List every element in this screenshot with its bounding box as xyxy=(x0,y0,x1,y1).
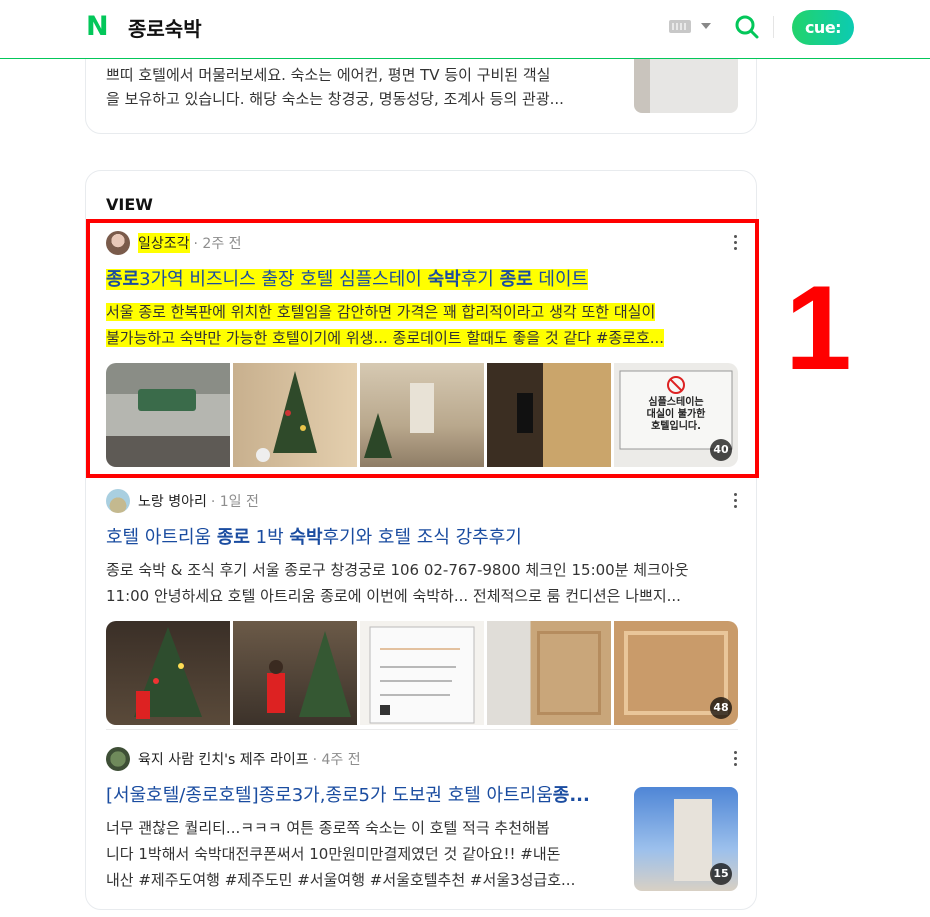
description-line: 내산 #제주도여행 #제주도민 #서울여행 #서울호텔추천 #서울3성급호... xyxy=(106,871,576,889)
christmas-tree-icon xyxy=(134,627,202,719)
description-line: 너무 괜찮은 퀄리티...ㅋㅋㅋ 여튼 종로쪽 숙소는 이 호텔 적극 추천해봅 xyxy=(106,819,550,837)
post-author[interactable]: 노랑 병아리 · 1일 전 xyxy=(106,489,259,513)
description-line: 을 보유하고 있습니다. 해당 숙소는 창경궁, 명동성당, 조계사 등의 관광… xyxy=(106,90,564,108)
avatar xyxy=(106,747,130,771)
cue-button[interactable]: cue: xyxy=(792,10,854,45)
search-query-text[interactable]: 종로숙박 xyxy=(128,13,202,42)
post-title-link[interactable]: 호텔 아트리움 종로 1박 숙박후기와 호텔 조식 강추후기 xyxy=(106,523,738,549)
search-header: N 종로숙박 cue: xyxy=(0,0,930,59)
view-post: 노랑 병아리 · 1일 전 호텔 아트리움 종로 1박 숙박후기와 호텔 조식 … xyxy=(106,489,738,725)
post-divider xyxy=(106,729,738,730)
section-title: VIEW xyxy=(106,195,153,214)
avatar xyxy=(106,489,130,513)
more-options-icon[interactable] xyxy=(734,493,738,509)
highlight-box xyxy=(86,219,759,478)
title-part: 종... xyxy=(552,785,590,806)
post-image[interactable] xyxy=(360,621,484,725)
post-image[interactable]: 48 xyxy=(614,621,738,725)
post-thumbnail[interactable]: 15 xyxy=(634,787,738,891)
post-title-link[interactable]: [서울호텔/종로호텔]종로3가,종로5가 도보권 호텔 아트리움종... xyxy=(106,781,606,807)
search-icon[interactable] xyxy=(734,14,760,40)
description-line: 11:00 안녕하세요 호텔 아트리움 종로에 이번에 숙박하... 전체적으로… xyxy=(106,587,681,605)
place-description[interactable]: 쁘띠 호텔에서 머물러보세요. 숙소는 에어컨, 평면 TV 등이 구비된 객실… xyxy=(106,63,616,111)
title-part: 후기와 호텔 조식 강추후기 xyxy=(322,527,522,548)
more-options-icon[interactable] xyxy=(734,751,738,767)
post-description[interactable]: 너무 괜찮은 퀄리티...ㅋㅋㅋ 여튼 종로쪽 숙소는 이 호텔 적극 추천해봅… xyxy=(106,815,611,893)
post-description[interactable]: 종로 숙박 & 조식 후기 서울 종로구 창경궁로 106 02-767-980… xyxy=(106,557,738,609)
post-image[interactable] xyxy=(233,621,357,725)
title-part: 숙박 xyxy=(289,527,323,548)
view-post: 육지 사람 킨치's 제주 라이프 · 4주 전 [서울호텔/종로호텔]종로3가… xyxy=(106,747,738,917)
image-count-badge: 15 xyxy=(710,863,732,885)
title-part: [서울호텔/종로호텔]종로3가,종로5가 도보권 호텔 아트리움 xyxy=(106,785,553,806)
post-image[interactable] xyxy=(106,621,230,725)
post-time: · 4주 전 xyxy=(312,752,361,768)
annotation-number: 1 xyxy=(785,261,852,395)
description-line: 종로 숙박 & 조식 후기 서울 종로구 창경궁로 106 02-767-980… xyxy=(106,561,689,579)
author-name[interactable]: 노랑 병아리 xyxy=(138,491,207,511)
image-count-badge: 48 xyxy=(710,697,732,719)
floor-guide-sign xyxy=(369,626,475,724)
post-image-strip[interactable]: 48 xyxy=(106,621,738,725)
title-part: 1박 xyxy=(249,527,290,548)
keyboard-icon[interactable] xyxy=(669,20,691,33)
naver-logo[interactable]: N xyxy=(86,13,112,40)
chevron-down-icon[interactable] xyxy=(701,23,711,29)
title-part: 호텔 아트리움 xyxy=(106,527,217,548)
author-name[interactable]: 육지 사람 킨치's 제주 라이프 xyxy=(138,749,309,769)
post-image[interactable] xyxy=(487,621,611,725)
christmas-tree-icon xyxy=(267,631,351,717)
title-part: 종로 xyxy=(216,527,250,548)
post-time: · 1일 전 xyxy=(210,494,259,510)
description-line: 쁘띠 호텔에서 머물러보세요. 숙소는 에어컨, 평면 TV 등이 구비된 객실 xyxy=(106,66,551,84)
description-line: 니다 1박해서 숙박대전쿠폰써서 10만원미만결제였던 것 같아요!! #내돈 xyxy=(106,845,561,863)
post-author[interactable]: 육지 사람 킨치's 제주 라이프 · 4주 전 xyxy=(106,747,361,771)
header-divider xyxy=(773,16,774,38)
